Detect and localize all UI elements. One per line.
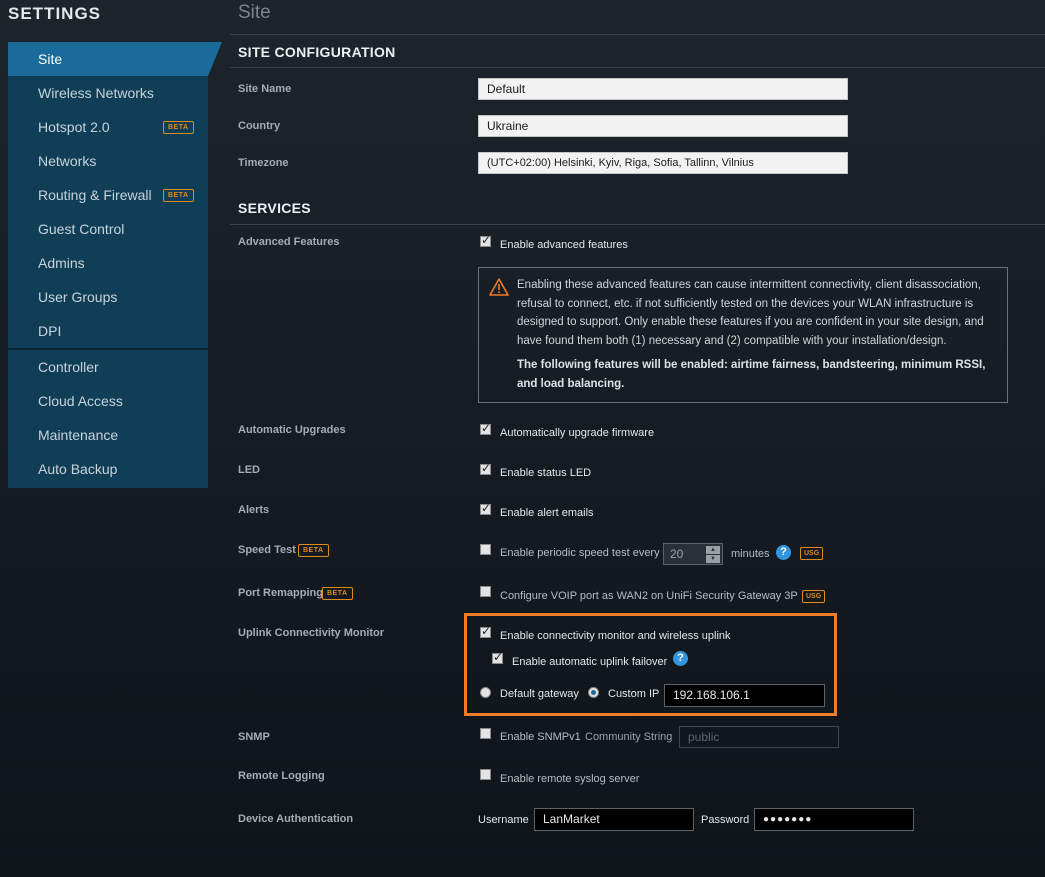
settings-title: SETTINGS	[8, 4, 102, 23]
country-label: Country	[238, 120, 281, 132]
sidebar-item-networks[interactable]: Networks	[8, 144, 208, 178]
sidebar-item-label: Guest Control	[38, 221, 125, 237]
sidebar-item-hotspot[interactable]: Hotspot 2.0 BETA	[8, 110, 208, 144]
led-text: Enable status LED	[500, 467, 592, 479]
remote-logging-label: Remote Logging	[238, 770, 325, 782]
timezone-label: Timezone	[238, 157, 289, 169]
sidebar-item-label: Maintenance	[38, 427, 119, 443]
device-auth-label: Device Authentication	[238, 813, 354, 825]
port-remapping-label: Port Remapping	[238, 587, 323, 599]
usg-badge: USG	[802, 590, 826, 603]
automatic-upgrades-text: Automatically upgrade firmware	[500, 427, 655, 439]
sidebar-item-label: User Groups	[38, 289, 118, 305]
uplink-failover-text: Enable automatic uplink failover	[512, 656, 668, 668]
speed-test-unit: minutes	[731, 548, 770, 560]
sidebar-item-label: Auto Backup	[38, 461, 118, 477]
remote-logging-checkbox[interactable]	[480, 769, 491, 780]
sidebar-item-maintenance[interactable]: Maintenance	[8, 418, 208, 452]
sidebar-item-cloud-access[interactable]: Cloud Access	[8, 384, 208, 418]
help-icon[interactable]: ?	[673, 651, 688, 666]
username-input[interactable]: LanMarket	[534, 808, 694, 831]
warning-text: Enabling these advanced features can cau…	[517, 279, 984, 347]
sidebar-item-admins[interactable]: Admins	[8, 246, 208, 280]
usg-badge: USG	[800, 547, 824, 560]
sidebar-item-label: DPI	[38, 323, 62, 339]
password-label: Password	[701, 814, 750, 826]
site-name-input[interactable]: Default	[478, 78, 848, 100]
warning-bold-text: The following features will be enabled: …	[517, 359, 986, 390]
sidebar-item-user-groups[interactable]: User Groups	[8, 280, 208, 314]
led-checkbox[interactable]	[480, 461, 491, 475]
divider	[230, 224, 1045, 225]
custom-ip-input[interactable]: 192.168.106.1	[664, 684, 825, 707]
beta-badge: BETA	[163, 189, 194, 202]
stepper-down-icon[interactable]: ▼	[706, 555, 720, 563]
advanced-features-label: Advanced Features	[238, 236, 340, 248]
alerts-checkbox[interactable]	[480, 501, 491, 515]
sidebar-item-site[interactable]: Site	[8, 42, 222, 76]
page-title: Site	[238, 2, 271, 23]
sidebar-item-label: Admins	[38, 255, 85, 271]
uplink-monitor-label: Uplink Connectivity Monitor	[238, 627, 385, 639]
led-label: LED	[238, 464, 260, 476]
speed-test-checkbox[interactable]	[480, 544, 491, 555]
help-icon[interactable]: ?	[776, 545, 791, 560]
sidebar: Site Wireless Networks Hotspot 2.0 BETA N…	[8, 42, 222, 488]
username-label: Username	[478, 814, 529, 826]
sidebar-item-controller[interactable]: Controller	[8, 350, 208, 384]
section-heading-site-configuration: SITE CONFIGURATION	[238, 44, 396, 60]
port-remapping-checkbox[interactable]	[480, 586, 491, 597]
sidebar-item-label: Controller	[38, 359, 99, 375]
beta-badge: BETA	[298, 544, 329, 557]
snmp-text: Enable SNMPv1	[500, 731, 581, 743]
alerts-label: Alerts	[238, 504, 270, 516]
warning-box: Enabling these advanced features can cau…	[478, 267, 1008, 403]
speed-test-interval-value: 20	[670, 547, 684, 561]
site-name-label: Site Name	[238, 83, 292, 95]
password-input[interactable]: ●●●●●●●	[754, 808, 914, 831]
uplink-monitor-text: Enable connectivity monitor and wireless…	[500, 630, 731, 642]
automatic-upgrades-label: Automatic Upgrades	[238, 424, 346, 436]
sidebar-item-label: Networks	[38, 153, 97, 169]
community-string-input[interactable]: public	[679, 726, 839, 748]
sidebar-item-auto-backup[interactable]: Auto Backup	[8, 452, 208, 486]
divider	[230, 67, 1045, 68]
sidebar-item-dpi[interactable]: DPI	[8, 314, 208, 348]
speed-test-label: Speed Test	[238, 544, 296, 556]
advanced-features-checkbox[interactable]	[480, 233, 491, 247]
beta-badge: BETA	[322, 587, 353, 600]
port-remapping-text: Configure VOIP port as WAN2 on UniFi Sec…	[500, 590, 798, 602]
beta-badge: BETA	[163, 121, 194, 134]
remote-logging-text: Enable remote syslog server	[500, 773, 640, 785]
default-gateway-radio[interactable]	[480, 687, 491, 698]
sidebar-item-label: Site	[38, 51, 63, 67]
sidebar-item-wireless-networks[interactable]: Wireless Networks	[8, 76, 208, 110]
sidebar-item-label: Routing & Firewall	[38, 187, 152, 203]
speed-test-text: Enable periodic speed test every	[500, 547, 660, 559]
custom-ip-radio[interactable]	[588, 687, 599, 698]
section-heading-services: SERVICES	[238, 200, 311, 216]
sidebar-item-label: Cloud Access	[38, 393, 123, 409]
snmp-checkbox[interactable]	[480, 728, 491, 739]
custom-ip-label: Custom IP	[608, 688, 660, 700]
timezone-select[interactable]: (UTC+02:00) Helsinki, Kyiv, Riga, Sofia,…	[478, 152, 848, 174]
warning-icon	[489, 278, 509, 296]
alerts-text: Enable alert emails	[500, 507, 594, 519]
speed-test-interval-stepper[interactable]: 20 ▲ ▼	[663, 543, 723, 565]
sidebar-item-label: Hotspot 2.0	[38, 119, 110, 135]
divider	[230, 34, 1045, 35]
sidebar-item-label: Wireless Networks	[38, 85, 154, 101]
uplink-failover-checkbox[interactable]	[492, 650, 503, 664]
country-select[interactable]: Ukraine	[478, 115, 848, 137]
advanced-features-text: Enable advanced features	[500, 239, 628, 251]
sidebar-item-routing-firewall[interactable]: Routing & Firewall BETA	[8, 178, 208, 212]
automatic-upgrades-checkbox[interactable]	[480, 421, 491, 435]
community-string-label: Community String	[585, 731, 673, 743]
sidebar-item-guest-control[interactable]: Guest Control	[8, 212, 208, 246]
default-gateway-label: Default gateway	[500, 688, 579, 700]
snmp-label: SNMP	[238, 731, 270, 743]
uplink-monitor-checkbox[interactable]	[480, 624, 491, 638]
stepper-up-icon[interactable]: ▲	[706, 546, 720, 554]
